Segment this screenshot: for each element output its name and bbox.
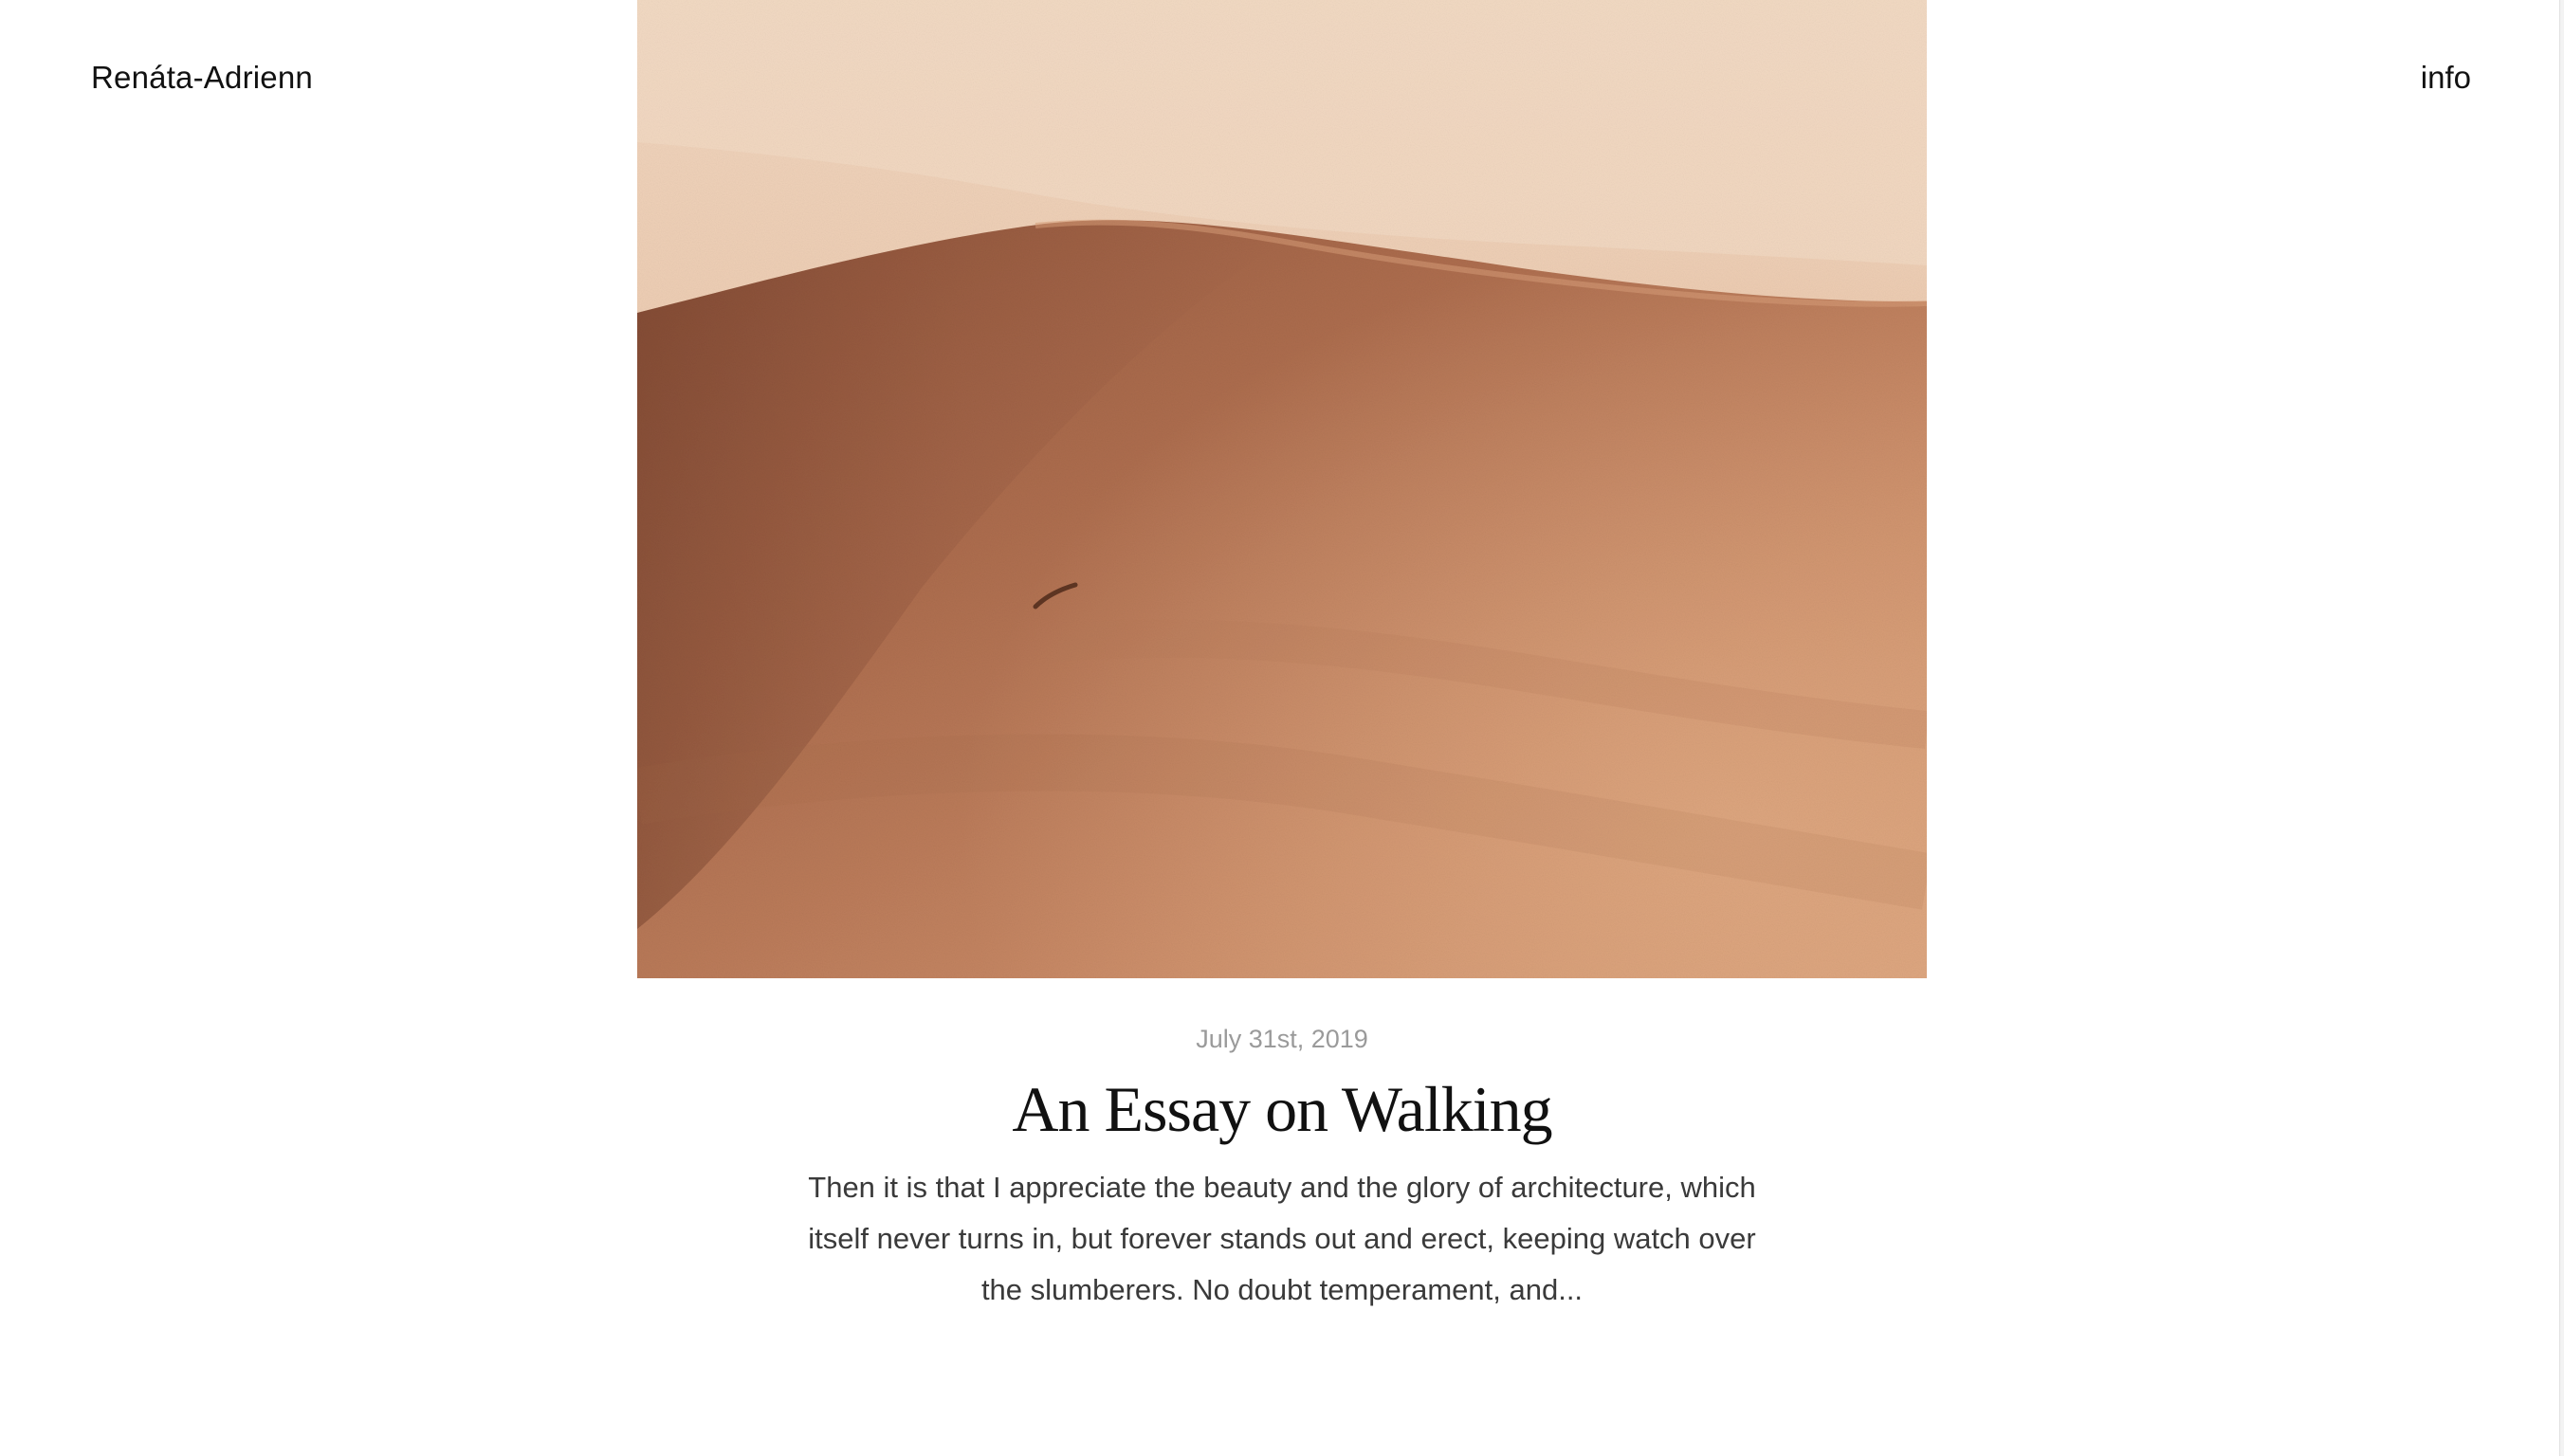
post-featured-image[interactable] [637,0,1927,978]
nav-info-link[interactable]: info [2421,55,2471,100]
post-date: July 31st, 2019 [1196,1025,1368,1053]
post-card: July 31st, 2019 An Essay on Walking Then… [637,0,1927,1316]
post-title-link[interactable]: An Essay on Walking [637,1067,1927,1151]
scrollbar[interactable] [2559,0,2564,1456]
site-title-link[interactable]: Renáta-Adrienn [91,55,313,100]
post-excerpt: Then it is that I appreciate the beauty … [808,1171,1756,1306]
post-meta: July 31st, 2019 An Essay on Walking Then… [637,1020,1927,1316]
sand-dune-image [637,0,1927,978]
